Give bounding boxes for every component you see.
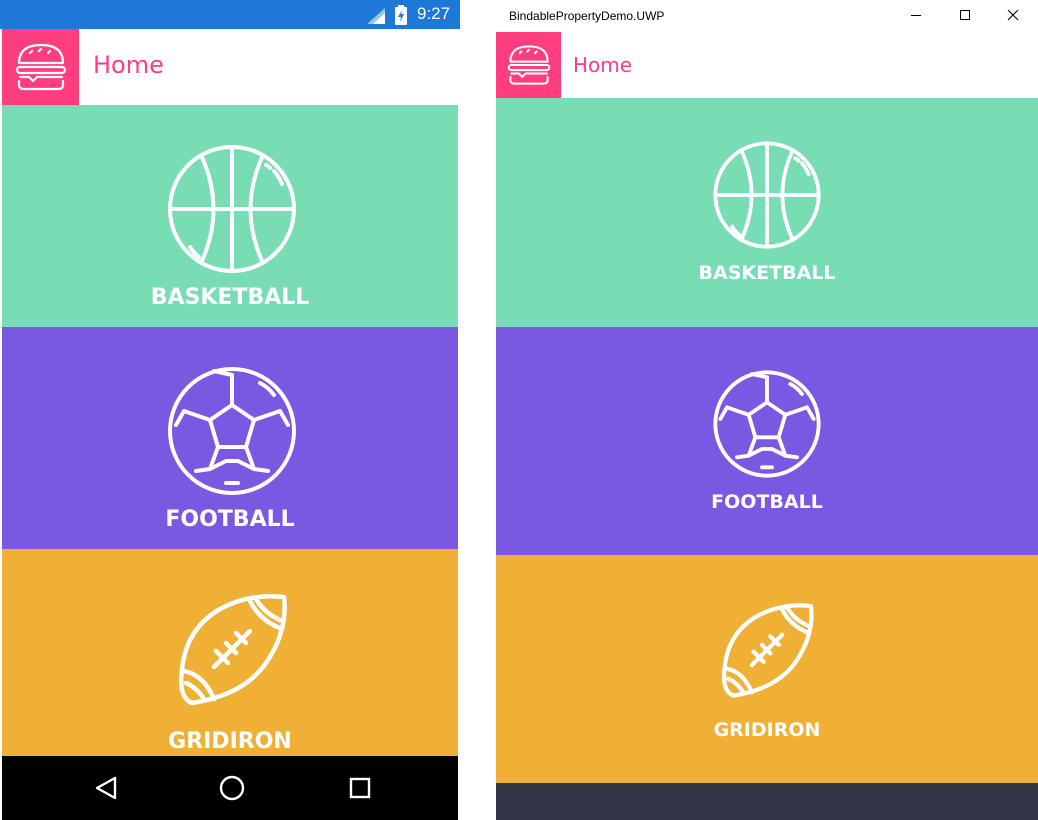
window-title-bar[interactable]: BindablePropertyDemo.UWP <box>496 0 1038 32</box>
basketball-icon <box>712 140 822 250</box>
sport-tile-gridiron[interactable]: GRIDIRON <box>496 555 1038 783</box>
sport-tile-football[interactable]: FOOTBALL <box>496 327 1038 555</box>
gridiron-icon <box>174 591 290 707</box>
menu-button[interactable] <box>2 29 79 105</box>
android-screen: 9:27 Home BASKETBALL FOOTBALL GRIDIRON <box>0 0 460 820</box>
uwp-window: BindablePropertyDemo.UWP Home BASKETBALL… <box>496 0 1038 820</box>
maximize-icon <box>959 9 971 21</box>
signal-icon <box>367 8 385 24</box>
maximize-button[interactable] <box>942 0 988 30</box>
burger-icon <box>506 43 552 87</box>
sport-label: FOOTBALL <box>711 491 823 513</box>
close-icon <box>1007 9 1019 21</box>
basketball-icon <box>166 143 298 275</box>
gridiron-icon <box>718 601 816 699</box>
close-button[interactable] <box>990 0 1036 30</box>
android-app-bar: Home <box>2 29 458 105</box>
minimize-icon <box>910 9 922 21</box>
sport-tile-basketball[interactable]: BASKETBALL <box>2 105 458 327</box>
page-title: Home <box>573 53 633 77</box>
uwp-app-bar: Home <box>496 32 1038 98</box>
recents-button[interactable] <box>342 772 378 804</box>
minimize-button[interactable] <box>893 0 939 30</box>
uwp-bottom-bar <box>496 783 1038 820</box>
android-nav-bar <box>2 756 458 820</box>
home-icon <box>219 775 245 801</box>
sport-label: GRIDIRON <box>713 719 821 741</box>
sport-label: GRIDIRON <box>168 729 292 754</box>
football-icon <box>166 365 298 497</box>
football-icon <box>712 369 822 479</box>
window-title: BindablePropertyDemo.UWP <box>509 9 665 23</box>
burger-icon <box>14 41 68 93</box>
page-title: Home <box>93 51 164 79</box>
battery-icon <box>394 5 408 25</box>
menu-button[interactable] <box>496 32 561 98</box>
android-status-bar: 9:27 <box>0 0 460 29</box>
sport-label: BASKETBALL <box>698 262 836 284</box>
back-button[interactable] <box>88 772 124 804</box>
home-button[interactable] <box>214 772 250 804</box>
back-icon <box>94 776 118 800</box>
sport-label: FOOTBALL <box>165 507 295 532</box>
sport-label: BASKETBALL <box>150 285 310 310</box>
recents-icon <box>349 777 371 799</box>
status-time: 9:27 <box>417 4 451 23</box>
sport-tile-gridiron[interactable]: GRIDIRON <box>2 549 458 756</box>
sport-tile-basketball[interactable]: BASKETBALL <box>496 98 1038 327</box>
sport-tile-football[interactable]: FOOTBALL <box>2 327 458 549</box>
